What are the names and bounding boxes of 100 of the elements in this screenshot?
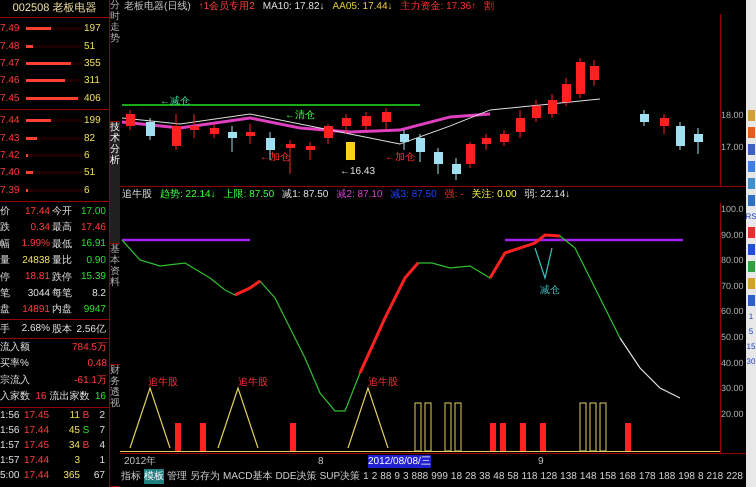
ask-price: 7.45 [0,92,20,104]
legend-item: 减2: 87.10 [336,188,382,202]
side-tab[interactable]: 分时走势 [110,0,120,122]
indicator-tab[interactable]: 18 [450,469,462,484]
legend-item: 弱: 22.14↓ [524,188,570,202]
weak-segment [620,338,680,399]
indicator-tab[interactable]: 3 [402,469,409,484]
tool-icon[interactable] [748,161,754,172]
trade-volume: 34 [68,438,80,453]
chart-annotation: 追牛股 [368,377,398,388]
side-tab[interactable]: 基本资料 [110,244,120,366]
legend-item: 关注: 0.00 [472,188,517,202]
stat-value: 9947 [82,304,107,315]
trade-count: 7 [98,424,106,438]
indicator-tab[interactable]: 58 [507,469,519,484]
indicator-tab[interactable]: 指标 [121,469,141,484]
indicator-tab[interactable]: 228 [726,469,743,484]
stat-label: 价 [0,205,11,218]
indicator-tab[interactable]: 148 [580,469,597,484]
indicator-tab[interactable]: 128 [540,469,558,484]
indicator-tab[interactable]: 2 [372,469,378,484]
ask-volume: 406 [84,92,102,104]
indicator-tab[interactable]: 1 [363,469,369,484]
stat-label: 今开 [52,205,73,218]
tool-icon[interactable] [748,178,754,189]
indicator-tab[interactable]: 48 [493,469,504,484]
stat-value: 15.39 [80,271,107,282]
axis-label: 50.00 [721,332,745,344]
candlestick [466,142,475,168]
indicator-tab[interactable]: 另存为 [190,469,220,484]
trade-price: 17.44 [24,424,50,438]
indicator-tab[interactable]: 138 [560,469,577,484]
trade-volume: 11 [68,408,80,423]
indicator-tab[interactable]: SUP决策 [320,469,360,484]
candlestick [126,110,135,130]
indicator-tab[interactable]: 888 [412,469,428,484]
flow-value: -61.1万 [73,374,108,388]
candlestick [362,112,371,130]
flow-value: 784.5万 [70,341,108,356]
indicator-tab[interactable]: 118 [522,469,538,484]
trade-side: B [82,440,90,451]
stat-label: 幅 [0,238,11,251]
trade-price: 17.44 [24,468,50,483]
indicator-tab[interactable]: 158 [600,469,616,484]
chart-annotation: ←减仓 [160,96,190,107]
tool-button[interactable]: 30 [746,357,756,366]
indicator-tab[interactable]: 38 [479,469,490,484]
axis-label: 60.00 [721,306,745,318]
stat-value: 17.46 [80,222,107,233]
candlestick [228,126,237,152]
indicator-tab[interactable]: DDE决策 [275,469,317,484]
trade-side: S [82,424,90,436]
chart-annotation: ←加仓 [260,152,290,163]
indicator-tab[interactable]: 9 [394,469,400,484]
tool-icon[interactable] [748,195,754,206]
candlestick [346,142,355,160]
indicator-tab[interactable]: 168 [619,469,636,484]
tool-icon[interactable] [748,244,754,255]
side-tab[interactable]: 技术分析 [110,122,120,244]
legend-item: MA10: 17.82↓ [262,0,325,14]
trade-volume: 365 [62,468,80,483]
indicator-tab[interactable]: 8 [698,469,704,484]
tool-icon[interactable] [748,295,754,306]
trade-volume: 3 [73,454,80,468]
indicator-tab[interactable]: MACD基本 [223,469,272,484]
tool-icon[interactable] [748,261,754,272]
tool-icon[interactable] [748,127,754,138]
side-tab[interactable]: 财务透视 [110,365,120,487]
indicator-tab[interactable]: 模板 [144,469,164,484]
stat-value: 0.90 [86,254,107,266]
indicator-tab[interactable]: 999 [431,469,448,484]
stat-label: 停 [0,270,11,284]
legend-item: 上限: 87.50 [224,188,274,202]
ask-volume: 197 [84,23,102,34]
trade-time: 5:00 [0,468,20,483]
tool-button[interactable]: 5 [748,327,754,336]
stat-value: 1.99% [20,238,51,250]
indicator-tab[interactable]: 管理 [167,469,187,484]
tool-icon[interactable] [748,144,754,155]
candlestick [210,124,219,138]
tool-icon[interactable] [748,227,754,238]
axis-label: 30.00 [721,383,745,396]
stat-label: 量比 [52,254,73,268]
trade-price: 17.44 [24,454,50,468]
signal-bar [200,423,206,451]
tool-button[interactable]: 15 [746,342,756,351]
indicator-tab[interactable]: 198 [678,469,695,484]
bid-price: 7.43 [0,132,20,144]
tool-button[interactable]: RS [745,212,756,221]
indicator-tab[interactable]: 88 [380,469,392,484]
trade-side: B [82,410,90,421]
axis-label: 80.00 [721,255,745,268]
indicator-tab[interactable]: 28 [465,469,476,484]
tool-button[interactable]: 1 [748,312,754,321]
indicator-tab[interactable]: 218 [706,469,724,484]
indicator-tab[interactable]: 178 [638,469,656,484]
flow-label: 宗流入 [0,374,30,388]
flow-value: 16 [34,390,48,404]
legend-item: 减1: 87.50 [282,188,328,202]
indicator-tab[interactable]: 188 [658,469,676,484]
